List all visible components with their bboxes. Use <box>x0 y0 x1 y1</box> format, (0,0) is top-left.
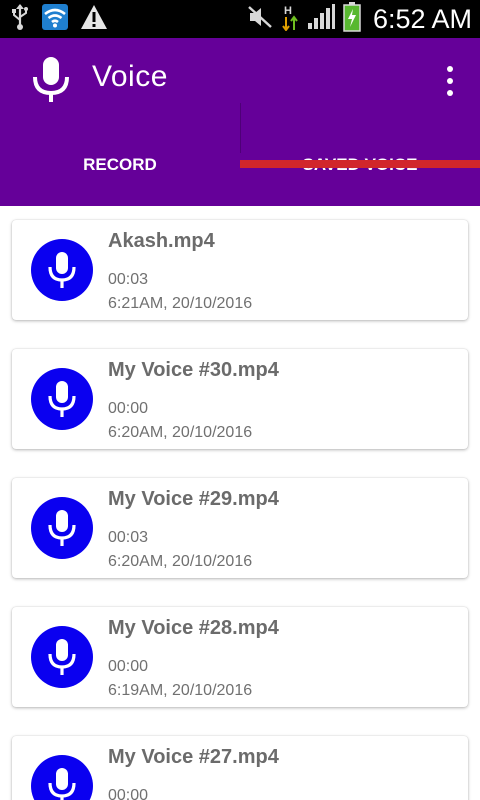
recording-name: My Voice #30.mp4 <box>108 359 279 381</box>
recording-card[interactable]: My Voice #28.mp4 00:00 6:19AM, 20/10/201… <box>12 607 468 707</box>
battery-charging-icon <box>343 1 361 37</box>
recording-card[interactable]: Akash.mp4 00:03 6:21AM, 20/10/2016 <box>12 220 468 320</box>
recording-duration: 00:03 <box>108 271 149 288</box>
recording-duration: 00:00 <box>108 787 149 800</box>
recording-date: 6:20AM, 20/10/2016 <box>108 424 253 441</box>
recording-card[interactable]: My Voice #30.mp4 00:00 6:20AM, 20/10/201… <box>12 349 468 449</box>
microphone-icon <box>30 56 72 104</box>
usb-icon <box>10 3 30 36</box>
mute-icon <box>247 5 273 34</box>
recording-duration: 00:00 <box>108 658 149 675</box>
microphone-icon <box>48 768 76 800</box>
svg-text:H: H <box>284 5 292 17</box>
status-bar: H 6:52 AM <box>0 0 480 38</box>
recording-duration: 00:00 <box>108 400 149 417</box>
status-time: 6:52 AM <box>372 3 472 34</box>
wifi-icon <box>42 3 68 35</box>
recording-avatar <box>31 497 93 559</box>
recording-avatar <box>31 626 93 688</box>
recording-name: My Voice #29.mp4 <box>108 488 279 510</box>
signal-icon <box>307 3 335 35</box>
microphone-icon <box>48 639 76 675</box>
microphone-icon <box>48 252 76 288</box>
app-title: Voice <box>92 60 168 93</box>
microphone-icon <box>48 381 76 417</box>
tab-divider <box>240 103 241 153</box>
recording-date: 6:20AM, 20/10/2016 <box>108 553 253 570</box>
recording-name: My Voice #27.mp4 <box>108 746 279 768</box>
recording-duration: 00:03 <box>108 529 149 546</box>
tab-record[interactable]: RECORD <box>0 124 240 206</box>
warning-icon <box>80 4 108 35</box>
recording-card[interactable]: My Voice #27.mp4 00:00 <box>12 736 468 800</box>
recording-date: 6:19AM, 20/10/2016 <box>108 682 253 699</box>
recording-name: Akash.mp4 <box>108 230 215 252</box>
recording-date: 6:21AM, 20/10/2016 <box>108 295 253 312</box>
recording-avatar <box>31 239 93 301</box>
recording-avatar <box>31 368 93 430</box>
hsdpa-data-icon: H <box>281 3 299 36</box>
recording-name: My Voice #28.mp4 <box>108 617 279 639</box>
microphone-icon <box>48 510 76 546</box>
recordings-list[interactable]: Akash.mp4 00:03 6:21AM, 20/10/2016 My Vo… <box>0 206 480 800</box>
recording-avatar <box>31 755 93 800</box>
recording-card[interactable]: My Voice #29.mp4 00:03 6:20AM, 20/10/201… <box>12 478 468 578</box>
tab-indicator <box>240 160 480 168</box>
tab-record-label: RECORD <box>83 155 157 174</box>
more-vert-icon[interactable] <box>444 66 456 96</box>
